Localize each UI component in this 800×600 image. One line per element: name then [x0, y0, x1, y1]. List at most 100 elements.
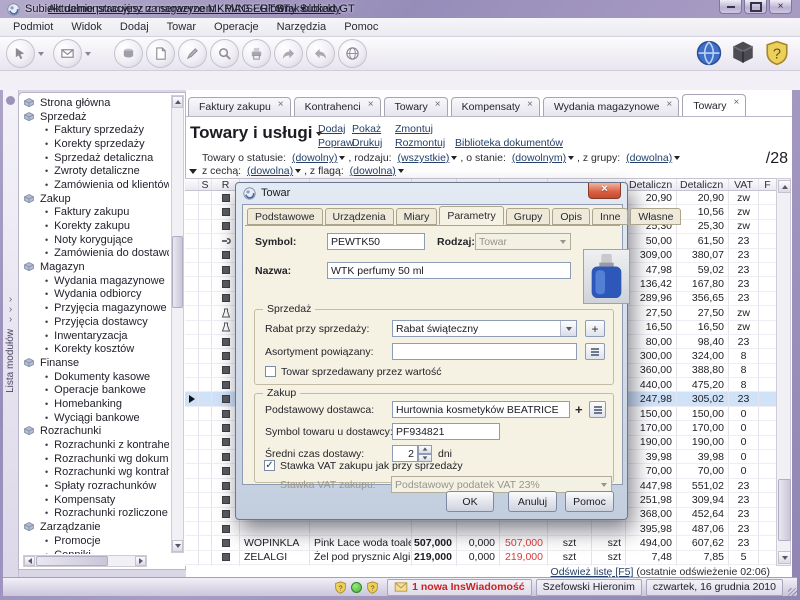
- module-item[interactable]: •Inwentaryzacja: [21, 329, 169, 343]
- action-dodaj[interactable]: Dodaj: [318, 123, 345, 135]
- module-item[interactable]: •Homebanking: [21, 397, 169, 411]
- column-header-s[interactable]: S: [199, 179, 212, 190]
- cube-icon[interactable]: [730, 40, 756, 66]
- filter-collapse-icon[interactable]: [189, 169, 197, 174]
- filter-value-dropdown[interactable]: (dowolnym): [512, 152, 566, 164]
- asortyment-input[interactable]: [392, 343, 577, 360]
- module-item[interactable]: •Wydania magazynowe: [21, 274, 169, 288]
- filter-value-dropdown[interactable]: (dowolna): [247, 165, 293, 177]
- sidebar-vscroll-thumb[interactable]: [172, 236, 183, 308]
- dostawca-browse-button[interactable]: [589, 401, 606, 418]
- pomoc-button[interactable]: Pomoc: [565, 491, 614, 512]
- filter-value-dropdown[interactable]: (dowolna): [350, 165, 396, 177]
- rabat-add-button[interactable]: +: [585, 320, 605, 337]
- column-header-det2[interactable]: Detaliczn: [677, 179, 729, 190]
- toolbar-button-coins[interactable]: [114, 39, 143, 68]
- user-panel[interactable]: Szefowski Hieronim: [536, 579, 642, 596]
- sidebar-vscrollbar[interactable]: [171, 95, 184, 553]
- resize-grip[interactable]: [788, 588, 798, 598]
- module-item[interactable]: •Zwroty detaliczne: [21, 164, 169, 178]
- messages-panel[interactable]: 1 nowa InsWiadomość: [387, 579, 532, 596]
- tab-kontrahenci[interactable]: Kontrahenci×: [294, 97, 381, 117]
- module-item[interactable]: •Promocje: [21, 534, 169, 548]
- table-vscroll-thumb[interactable]: [778, 479, 791, 541]
- module-item[interactable]: •Rozrachunki wg kontrahentów: [21, 466, 169, 480]
- module-item[interactable]: •Zamówienia do dostawców: [21, 247, 169, 261]
- filter-value-dropdown[interactable]: (dowolny): [292, 152, 338, 164]
- sidebar-hscroll-thumb[interactable]: [36, 556, 108, 566]
- toolbar-button-share[interactable]: [274, 39, 303, 68]
- menu-item-2[interactable]: Dodaj: [111, 19, 158, 35]
- close-icon[interactable]: ×: [368, 99, 374, 110]
- column-header-vat[interactable]: VAT: [729, 179, 759, 190]
- dialog-close-button[interactable]: ×: [588, 183, 621, 199]
- module-section[interactable]: Finanse: [21, 356, 169, 370]
- ok-button[interactable]: OK: [446, 491, 494, 512]
- scroll-down-icon[interactable]: [172, 540, 183, 552]
- module-section[interactable]: Zakup: [21, 192, 169, 206]
- scroll-up-icon[interactable]: [778, 180, 791, 193]
- menu-item-4[interactable]: Operacje: [205, 19, 268, 35]
- table-row[interactable]: ZELALGIŻel pod prysznic Algi 200219,0000…: [185, 551, 776, 565]
- globe-blue-icon[interactable]: [696, 40, 722, 66]
- filter-value-dropdown[interactable]: (wszystkie): [398, 152, 450, 164]
- module-strip[interactable]: ››› Lista modułów: [3, 90, 19, 577]
- filter-value-dropdown[interactable]: (dowolna): [626, 152, 672, 164]
- action-biblioteka-dokumentow[interactable]: Biblioteka dokumentów: [455, 137, 563, 149]
- module-item[interactable]: •Cenniki: [21, 548, 169, 554]
- module-item[interactable]: •Faktury zakupu: [21, 206, 169, 220]
- module-item[interactable]: •Korekty sprzedaży: [21, 137, 169, 151]
- shield-question-icon[interactable]: ?: [764, 40, 790, 66]
- toolbar-button-globe[interactable]: [338, 39, 367, 68]
- toolbar-button-pen[interactable]: [178, 39, 207, 68]
- scroll-up-icon[interactable]: [172, 96, 183, 108]
- dialog-tab-opis[interactable]: Opis: [552, 208, 590, 225]
- shield-question-icon[interactable]: ?: [366, 581, 379, 594]
- page-title[interactable]: Towary i usługi: [190, 123, 322, 143]
- dialog-tab-urządzenia[interactable]: Urządzenia: [325, 208, 394, 225]
- tab-towary[interactable]: Towary×: [384, 97, 448, 117]
- dialog-tab-inne[interactable]: Inne: [592, 208, 628, 225]
- toolbar-button-magnifier[interactable]: [210, 39, 239, 68]
- scroll-down-icon[interactable]: [778, 551, 791, 564]
- scroll-right-icon[interactable]: [135, 556, 146, 566]
- table-vscrollbar[interactable]: [776, 178, 791, 566]
- anuluj-button[interactable]: Anuluj: [508, 491, 557, 512]
- module-item[interactable]: •Zamówienia od klientów: [21, 178, 169, 192]
- module-item[interactable]: •Korekty zakupu: [21, 219, 169, 233]
- dostawca-add-button[interactable]: +: [575, 402, 583, 417]
- toolbar-button-page[interactable]: [146, 39, 175, 68]
- dialog-title-bar[interactable]: Towar: [236, 183, 627, 203]
- vat-jak-sprzedaz-checkbox[interactable]: ✓: [264, 460, 275, 471]
- toolbar-button-send[interactable]: [306, 39, 335, 68]
- sprzedaz-przez-wartosc-checkbox[interactable]: [265, 366, 276, 377]
- action-drukuj[interactable]: Drukuj: [352, 137, 382, 149]
- module-item[interactable]: •Dokumenty kasowe: [21, 370, 169, 384]
- chevron-down-icon[interactable]: [85, 52, 91, 56]
- column-header-det1[interactable]: Detaliczn: [626, 179, 677, 190]
- module-item[interactable]: •Spłaty rozrachunków: [21, 479, 169, 493]
- asortyment-browse-button[interactable]: [585, 343, 605, 360]
- action-zmontuj[interactable]: Zmontuj: [395, 123, 433, 135]
- action-pokaz[interactable]: Pokaż: [352, 123, 381, 135]
- table-row[interactable]: 395,98487,0623: [185, 522, 776, 536]
- module-item[interactable]: •Operacje bankowe: [21, 383, 169, 397]
- table-row[interactable]: WOPINKLAPink Lace woda toaletowa507,0000…: [185, 536, 776, 550]
- nazwa-input[interactable]: [327, 262, 571, 279]
- menu-item-0[interactable]: Podmiot: [4, 19, 62, 35]
- minimize-button[interactable]: [719, 0, 742, 14]
- toolbar-button-mail[interactable]: [53, 39, 97, 68]
- menu-item-3[interactable]: Towar: [158, 19, 205, 35]
- module-item[interactable]: •Sprzedaż detaliczna: [21, 151, 169, 165]
- scroll-left-icon[interactable]: [24, 556, 35, 566]
- module-item[interactable]: •Korekty kosztów: [21, 342, 169, 356]
- lock-status-link[interactable]: Brak blokady: [277, 3, 341, 15]
- current-warehouse-link[interactable]: Aktualnie pracujesz z magazynem - MAG - …: [48, 3, 306, 15]
- close-icon[interactable]: ×: [666, 99, 672, 110]
- module-item[interactable]: •Kompensaty: [21, 493, 169, 507]
- module-section[interactable]: Strona główna: [21, 96, 169, 110]
- module-item[interactable]: •Faktury sprzedaży: [21, 123, 169, 137]
- module-item[interactable]: •Przyjęcia magazynowe: [21, 301, 169, 315]
- module-item[interactable]: •Wydania odbiorcy: [21, 288, 169, 302]
- symbol-dostawcy-input[interactable]: [392, 423, 500, 440]
